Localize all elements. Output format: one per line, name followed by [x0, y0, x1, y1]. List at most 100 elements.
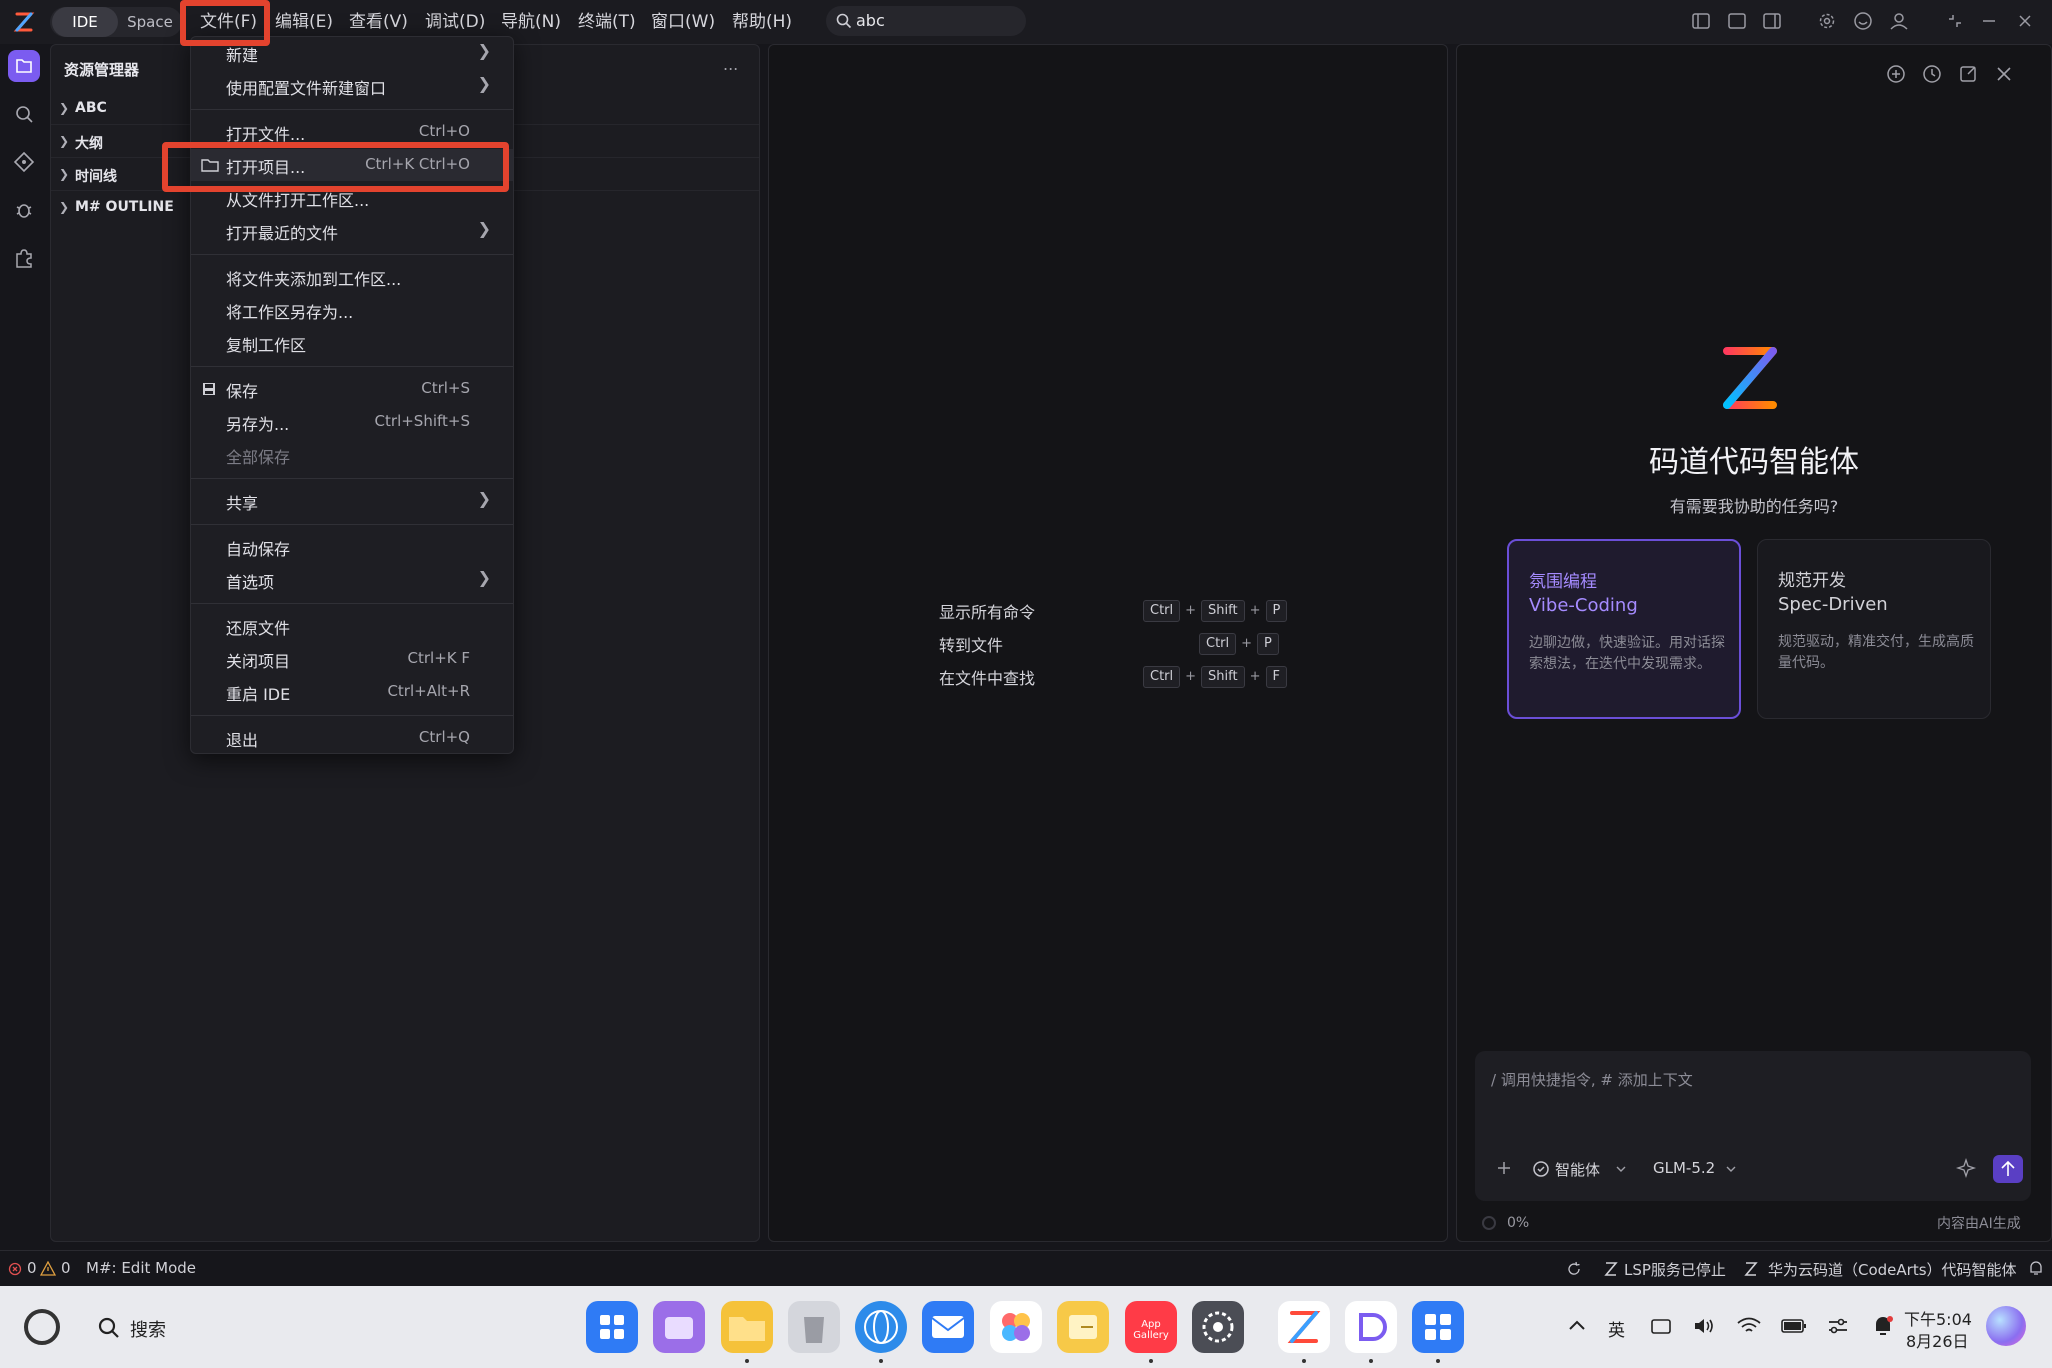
- card-vibe-coding[interactable]: 氛围编程 Vibe-Coding 边聊边做，快速验证。用对话探索想法，在迭代中发…: [1507, 539, 1741, 719]
- card-subtitle: Spec-Driven: [1778, 594, 1888, 615]
- lsp-status[interactable]: LSP服务已停止: [1624, 1259, 1726, 1280]
- menu-item-save-as[interactable]: 另存为... Ctrl+Shift+S: [191, 406, 513, 438]
- taskbar-search-label[interactable]: 搜索: [130, 1316, 166, 1342]
- taskbar-app-notes[interactable]: [1057, 1301, 1109, 1353]
- search-input[interactable]: abc: [826, 6, 1026, 36]
- agent-status[interactable]: 华为云码道（CodeArts）代码智能体: [1768, 1259, 2017, 1280]
- menu-item-open-recent[interactable]: 打开最近的文件 ❯: [191, 215, 513, 247]
- agent-title: 码道代码智能体: [1649, 445, 1859, 480]
- ime-indicator[interactable]: 英: [1608, 1316, 1625, 1341]
- taskbar-search-icon[interactable]: [98, 1317, 120, 1339]
- model-selector[interactable]: GLM-5.2: [1653, 1159, 1715, 1177]
- sparkle-icon[interactable]: [1955, 1157, 1977, 1179]
- taskbar-app-devstudio[interactable]: [1345, 1301, 1397, 1353]
- error-count[interactable]: 0: [27, 1259, 37, 1277]
- explorer-more-button[interactable]: ...: [723, 55, 738, 74]
- warning-icon[interactable]: [40, 1261, 56, 1276]
- taskbar-app-browser[interactable]: [855, 1301, 907, 1353]
- close-panel-icon[interactable]: [1993, 63, 2015, 85]
- menu-navigate[interactable]: 导航(N): [501, 7, 561, 37]
- search-view-button[interactable]: [8, 98, 40, 130]
- tree-section-label: M# OUTLINE: [75, 199, 174, 215]
- assistant-orb-button[interactable]: [1986, 1306, 2026, 1346]
- open-in-editor-icon[interactable]: [1957, 63, 1979, 85]
- toggle-secondary-icon[interactable]: [1761, 10, 1783, 32]
- notification-icon[interactable]: [1872, 1314, 1894, 1338]
- taskbar-app-gallery[interactable]: App Gallery: [1125, 1301, 1177, 1353]
- taskbar-app-photos[interactable]: [990, 1301, 1042, 1353]
- history-icon[interactable]: [1921, 63, 1943, 85]
- menu-item-revert-file[interactable]: 还原文件: [191, 610, 513, 642]
- card-spec-driven[interactable]: 规范开发 Spec-Driven 规范驱动，精准交付，生成高质量代码。: [1757, 539, 1991, 719]
- chevron-up-icon[interactable]: [1568, 1318, 1586, 1332]
- taskbar-app-trash[interactable]: [788, 1301, 840, 1353]
- control-center-icon[interactable]: [1826, 1316, 1850, 1336]
- agent-mode-selector[interactable]: 智能体: [1555, 1159, 1600, 1180]
- warning-count[interactable]: 0: [61, 1259, 71, 1277]
- menu-help[interactable]: 帮助(H): [732, 7, 792, 37]
- chevron-right-icon: ❯: [477, 41, 491, 60]
- taskbar-app-codearts[interactable]: [1278, 1301, 1330, 1353]
- clock-date[interactable]: 8月26日: [1906, 1328, 1969, 1352]
- chevron-right-icon: ❯: [59, 134, 70, 148]
- menu-item-duplicate-workspace[interactable]: 复制工作区: [191, 327, 513, 359]
- chat-input[interactable]: / 调用快捷指令, # 添加上下文: [1491, 1069, 1693, 1090]
- source-control-button[interactable]: [8, 146, 40, 178]
- feedback-icon[interactable]: [1852, 10, 1874, 32]
- start-button-icon[interactable]: [22, 1307, 62, 1347]
- edit-mode-status[interactable]: M#: Edit Mode: [86, 1259, 196, 1277]
- menu-item-save-all[interactable]: 全部保存: [191, 439, 513, 471]
- menu-window[interactable]: 窗口(W): [651, 7, 715, 37]
- keyboard-icon[interactable]: [1650, 1316, 1672, 1336]
- menu-item-save-workspace-as[interactable]: 将工作区另存为...: [191, 294, 513, 326]
- toggle-sidebar-icon[interactable]: [1690, 10, 1712, 32]
- chevron-right-icon: ❯: [477, 489, 491, 508]
- hint-keys: Ctrl + Shift + F: [1143, 665, 1287, 688]
- send-button[interactable]: [1993, 1155, 2023, 1183]
- mode-ide-tab[interactable]: IDE: [52, 7, 118, 37]
- menu-edit[interactable]: 编辑(E): [275, 7, 333, 37]
- restore-window-icon[interactable]: [1944, 10, 1966, 32]
- wifi-icon[interactable]: [1736, 1316, 1762, 1336]
- clock-time[interactable]: 下午5:04: [1904, 1306, 1972, 1330]
- menu-item-exit[interactable]: 退出 Ctrl+Q: [191, 722, 513, 754]
- account-icon[interactable]: [1888, 10, 1910, 32]
- error-icon[interactable]: [8, 1262, 22, 1276]
- mode-space-tab[interactable]: Space: [120, 7, 180, 37]
- menu-terminal[interactable]: 终端(T): [578, 7, 636, 37]
- battery-icon[interactable]: [1780, 1316, 1808, 1336]
- editor-area: 显示所有命令 Ctrl + Shift + P 转到文件 Ctrl + P 在文件中查找 C…: [768, 44, 1448, 1242]
- new-chat-icon[interactable]: [1885, 63, 1907, 85]
- menu-item-auto-save[interactable]: 自动保存: [191, 531, 513, 563]
- extensions-view-button[interactable]: [8, 242, 40, 274]
- taskbar-app-settings[interactable]: [1192, 1301, 1244, 1353]
- menu-item-new-window-profile[interactable]: 使用配置文件新建窗口 ❯: [191, 70, 513, 102]
- menu-view[interactable]: 查看(V): [349, 7, 408, 37]
- taskbar-app-files[interactable]: [721, 1301, 773, 1353]
- taskbar-app-multitask[interactable]: [653, 1301, 705, 1353]
- app-gallery-label: App Gallery: [1133, 1319, 1169, 1341]
- menu-item-restart-ide[interactable]: 重启 IDE Ctrl+Alt+R: [191, 676, 513, 708]
- debug-view-button[interactable]: [8, 194, 40, 226]
- minimize-icon[interactable]: [1978, 10, 2000, 32]
- taskbar-app-mail[interactable]: [922, 1301, 974, 1353]
- highlight-file-menu: [180, 0, 270, 46]
- close-window-icon[interactable]: [2014, 10, 2036, 32]
- volume-icon[interactable]: [1692, 1316, 1716, 1336]
- refresh-icon[interactable]: [1566, 1261, 1582, 1277]
- menu-item-share[interactable]: 共享 ❯: [191, 485, 513, 517]
- menu-item-close-project[interactable]: 关闭项目 Ctrl+K F: [191, 643, 513, 675]
- taskbar-app-store[interactable]: [1412, 1301, 1464, 1353]
- menu-item-preferences[interactable]: 首选项 ❯: [191, 564, 513, 596]
- taskbar-app-launcher[interactable]: [586, 1301, 638, 1353]
- add-context-icon[interactable]: [1495, 1159, 1513, 1177]
- explorer-view-button[interactable]: [8, 50, 40, 82]
- menu-item-save[interactable]: 保存 Ctrl+S: [191, 373, 513, 405]
- menu-item-add-folder-to-workspace[interactable]: 将文件夹添加到工作区...: [191, 261, 513, 293]
- agent-panel: 码道代码智能体 有需要我协助的任务吗? 氛围编程 Vibe-Coding 边聊边…: [1456, 44, 2052, 1242]
- globe-icon: [864, 1310, 898, 1344]
- settings-icon[interactable]: [1816, 10, 1838, 32]
- toggle-panel-icon[interactable]: [1726, 10, 1748, 32]
- notification-bell-icon[interactable]: [2028, 1260, 2044, 1277]
- menu-debug[interactable]: 调试(D): [425, 7, 485, 37]
